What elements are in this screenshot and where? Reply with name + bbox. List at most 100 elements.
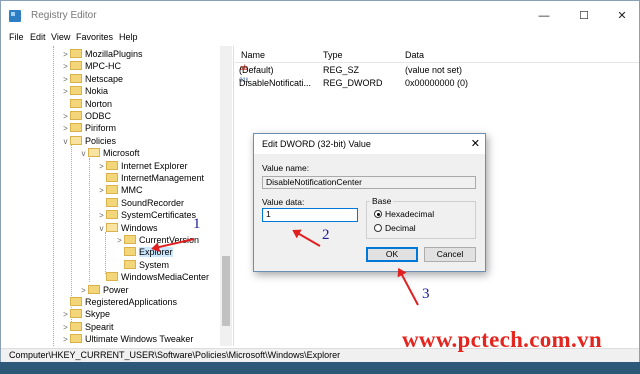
minimize-button[interactable]: — bbox=[529, 1, 559, 31]
tree-node[interactable]: System bbox=[115, 259, 169, 271]
folder-icon bbox=[70, 49, 82, 58]
tree-node-label: MMC bbox=[121, 185, 143, 196]
ok-button[interactable]: OK bbox=[366, 247, 418, 262]
tree-node[interactable]: > Ultimate Windows Tweaker bbox=[61, 333, 193, 345]
window-title: Registry Editor bbox=[31, 10, 97, 21]
chevron-down-icon[interactable]: v bbox=[97, 223, 106, 235]
menu-view[interactable]: View bbox=[51, 32, 70, 42]
folder-icon bbox=[106, 210, 118, 220]
chevron-right-icon[interactable]: > bbox=[97, 185, 106, 197]
column-name[interactable]: Name bbox=[241, 50, 265, 60]
chevron-right-icon[interactable]: > bbox=[61, 111, 70, 123]
chevron-right-icon[interactable]: > bbox=[61, 322, 70, 334]
column-data[interactable]: Data bbox=[405, 50, 424, 60]
menu-help[interactable]: Help bbox=[119, 32, 138, 42]
list-header: Name Type Data bbox=[235, 48, 639, 63]
tree-node[interactable]: > Skype bbox=[61, 308, 110, 320]
folder-icon bbox=[70, 334, 82, 344]
value-type: REG_SZ bbox=[323, 65, 360, 75]
tree-node[interactable]: SoundRecorder bbox=[97, 197, 184, 209]
chevron-down-icon[interactable]: v bbox=[79, 148, 88, 160]
radio-selected-icon bbox=[374, 210, 382, 218]
tree-node[interactable]: > Spearit bbox=[61, 321, 114, 333]
list-row[interactable]: 011 DisableNotificati... REG_DWORD 0x0000… bbox=[235, 77, 639, 89]
chevron-right-icon[interactable]: > bbox=[61, 86, 70, 98]
radio-hexadecimal[interactable]: Hexadecimal bbox=[374, 209, 434, 219]
tree-node[interactable]: InternetManagement bbox=[97, 172, 204, 184]
value-type: REG_DWORD bbox=[323, 78, 383, 88]
radio-decimal[interactable]: Decimal bbox=[374, 223, 416, 233]
folder-icon bbox=[70, 123, 82, 133]
menu-favorites[interactable]: Favorites bbox=[76, 32, 113, 42]
chevron-right-icon[interactable]: > bbox=[97, 161, 106, 173]
folder-icon bbox=[70, 321, 82, 331]
tree-node[interactable]: > SystemCertificates bbox=[97, 209, 196, 221]
title-bar[interactable]: Registry Editor — ☐ ✕ bbox=[1, 1, 639, 31]
value-name: DisableNotificati... bbox=[239, 78, 312, 88]
tree-node[interactable]: v Windows bbox=[97, 222, 158, 234]
tree-node-label: Ultimate Windows Tweaker bbox=[85, 334, 194, 345]
chevron-right-icon[interactable]: > bbox=[79, 285, 88, 297]
value-name-label: Value name: bbox=[262, 163, 310, 173]
chevron-right-icon[interactable]: > bbox=[97, 210, 106, 222]
status-path: Computer\HKEY_CURRENT_USER\Software\Poli… bbox=[9, 350, 341, 360]
tree-node[interactable]: Explorer bbox=[115, 246, 173, 258]
chevron-right-icon[interactable]: > bbox=[61, 74, 70, 86]
tree-node-label: Spearit bbox=[85, 321, 114, 332]
chevron-right-icon[interactable]: > bbox=[61, 334, 70, 346]
menu-file[interactable]: File bbox=[9, 32, 24, 42]
tree-node[interactable]: > ODBC bbox=[61, 110, 111, 122]
tree-node-label: RegisteredApplications bbox=[85, 297, 178, 307]
value-data-input[interactable]: 1 bbox=[262, 208, 358, 222]
folder-icon bbox=[70, 111, 82, 120]
tree-node-label: SoundRecorder bbox=[121, 197, 185, 208]
folder-icon bbox=[88, 284, 100, 294]
tree-node[interactable]: v Policies bbox=[61, 135, 116, 147]
folder-icon bbox=[106, 197, 118, 207]
folder-icon bbox=[70, 61, 82, 71]
tree-scrollbar[interactable] bbox=[220, 46, 232, 346]
scrollbar-thumb[interactable] bbox=[222, 256, 230, 326]
watermark: www.pctech.com.vn bbox=[402, 327, 602, 352]
chevron-right-icon[interactable]: > bbox=[61, 61, 70, 73]
tree-node-label: Nokia bbox=[85, 86, 109, 97]
folder-icon bbox=[70, 297, 82, 306]
tree-node-label: Netscape bbox=[85, 73, 124, 84]
menu-edit[interactable]: Edit bbox=[30, 32, 46, 42]
chevron-right-icon[interactable]: > bbox=[115, 235, 124, 247]
chevron-down-icon[interactable]: v bbox=[61, 136, 70, 148]
tree-node[interactable]: > Power bbox=[79, 284, 129, 296]
tree-node-label: Skype bbox=[85, 309, 111, 320]
tree-node[interactable]: > Piriform bbox=[61, 122, 116, 134]
chevron-right-icon[interactable]: > bbox=[61, 49, 70, 61]
registry-tree[interactable]: > MozillaPlugins > MPC-HC > Netscape > Nokia Nor… bbox=[1, 46, 234, 346]
dialog-close-button[interactable]: ✕ bbox=[471, 137, 480, 150]
tree-node[interactable]: > MPC-HC bbox=[61, 60, 121, 72]
radio-unselected-icon bbox=[374, 224, 382, 232]
folder-icon bbox=[124, 259, 136, 269]
tree-node[interactable]: > Internet Explorer bbox=[97, 160, 188, 172]
tree-node[interactable]: Norton bbox=[61, 98, 112, 110]
cancel-button[interactable]: Cancel bbox=[424, 247, 476, 262]
tree-node[interactable]: WindowsMediaCenter bbox=[97, 271, 209, 283]
folder-icon bbox=[106, 160, 118, 170]
chevron-right-icon[interactable]: > bbox=[61, 309, 70, 321]
tree-node[interactable]: > Nokia bbox=[61, 85, 108, 97]
tree-node-label: InternetManagement bbox=[121, 173, 205, 183]
tree-node[interactable]: RegisteredApplications bbox=[61, 296, 177, 308]
tree-node[interactable]: v Microsoft bbox=[79, 147, 140, 159]
tree-node[interactable]: > MozillaPlugins bbox=[61, 48, 143, 60]
folder-icon bbox=[106, 222, 118, 232]
column-type[interactable]: Type bbox=[323, 50, 343, 60]
tree-node[interactable]: > Netscape bbox=[61, 73, 123, 85]
tree-node-label: Piriform bbox=[85, 123, 116, 134]
menu-bar: File Edit View Favorites Help bbox=[1, 31, 639, 46]
maximize-button[interactable]: ☐ bbox=[569, 1, 599, 31]
tree-node-label: MozillaPlugins bbox=[85, 49, 143, 59]
chevron-right-icon[interactable]: > bbox=[61, 123, 70, 135]
tree-node-label: MPC-HC bbox=[85, 61, 121, 72]
dialog-title-bar[interactable]: Edit DWORD (32-bit) Value ✕ bbox=[254, 134, 485, 154]
tree-node[interactable]: > MMC bbox=[97, 184, 143, 196]
list-row[interactable]: ab (Default) REG_SZ (value not set) bbox=[235, 64, 639, 76]
close-button[interactable]: ✕ bbox=[607, 1, 637, 31]
